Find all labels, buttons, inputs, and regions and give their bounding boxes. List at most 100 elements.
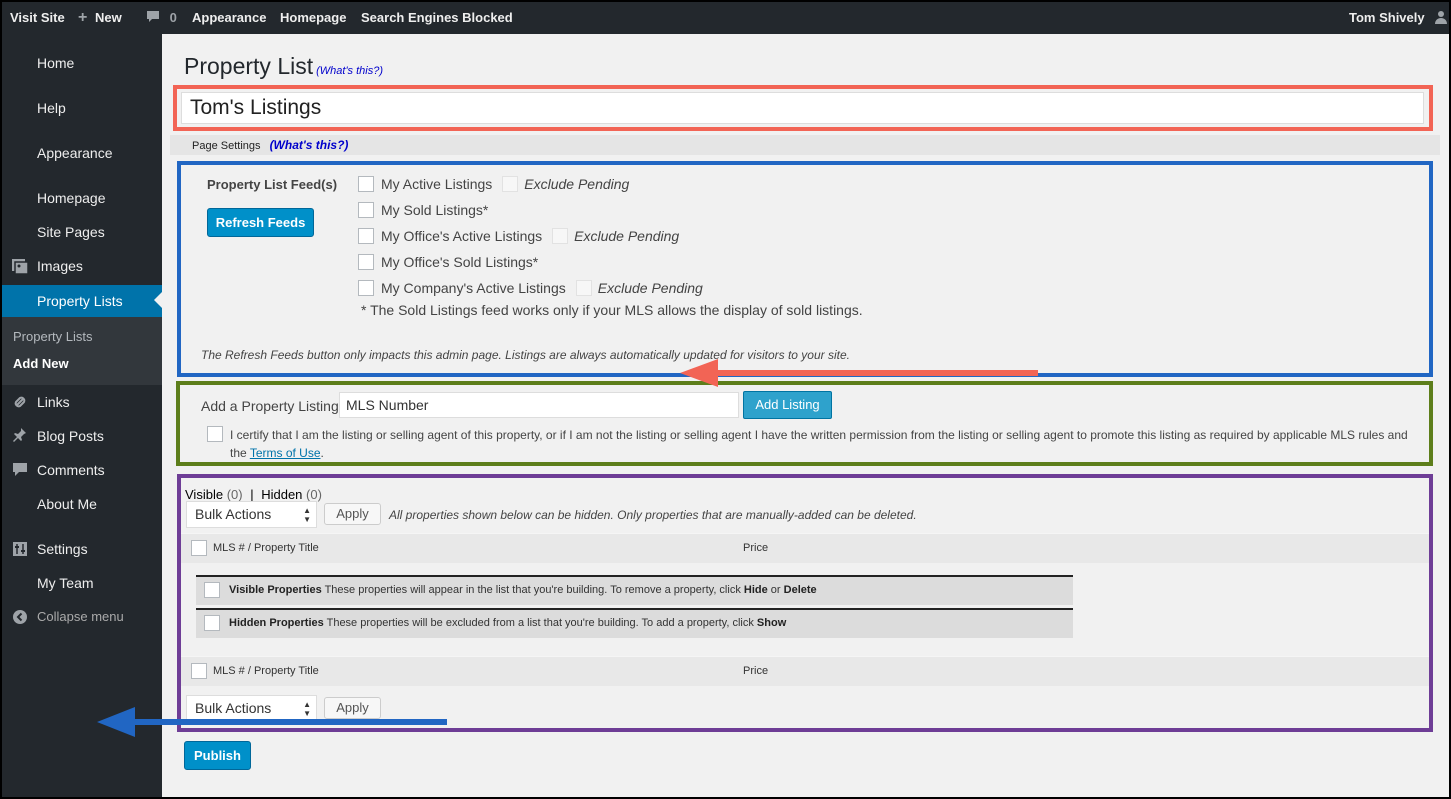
visible-properties-group-row: Visible Properties These properties will… [196, 575, 1073, 605]
menu-item-about-me[interactable]: About Me [2, 489, 162, 519]
menu-item-links[interactable]: Links [2, 387, 162, 417]
menu-item-appearance[interactable]: Appearance [2, 138, 162, 168]
page-settings-label: Page Settings [192, 140, 261, 152]
apply-button-top[interactable]: Apply [324, 503, 381, 525]
appearance-link[interactable]: Appearance [192, 2, 266, 34]
homepage-link[interactable]: Homepage [280, 2, 346, 34]
menu-label: Images [37, 258, 83, 274]
publish-button[interactable]: Publish [184, 741, 251, 770]
visibility-tabs: Visible (0) | Hidden (0) [185, 487, 322, 502]
group-title: Hidden Properties [229, 617, 324, 629]
list-title-input[interactable]: Tom's Listings [181, 92, 1424, 124]
certify-text-body: I certify that I am the listing or selli… [230, 428, 1408, 460]
group-text: These properties will be excluded from a… [323, 617, 757, 629]
group-text: These properties will appear in the list… [321, 584, 744, 596]
admin-bar: Visit Site + New 0 Appearance Homepage S… [2, 2, 1449, 34]
submenu-item-property-lists[interactable]: Property Lists [13, 329, 92, 344]
plus-icon: + [78, 9, 88, 26]
select-all-checkbox[interactable] [191, 663, 207, 679]
select-all-checkbox[interactable] [191, 540, 207, 556]
feed-option-label: My Company's Active Listings [381, 280, 566, 297]
column-header-price[interactable]: Price [743, 665, 768, 677]
or-word: or [767, 584, 784, 596]
menu-item-property-lists[interactable]: Property Lists [2, 285, 162, 317]
add-listing-button[interactable]: Add Listing [743, 391, 832, 419]
feed-option-label: My Active Listings [381, 176, 493, 193]
menu-label: Settings [37, 541, 88, 557]
collapse-icon [13, 610, 27, 624]
menu-label: Appearance [37, 145, 113, 161]
visit-site-link[interactable]: Visit Site [10, 2, 65, 34]
menu-label: Home [37, 55, 75, 71]
blue-annotation-arrow-icon [97, 707, 447, 737]
current-menu-arrow [154, 292, 162, 308]
group-checkbox[interactable] [204, 615, 220, 631]
feed-option-label: My Sold Listings* [381, 202, 489, 219]
column-header-price[interactable]: Price [743, 542, 768, 554]
menu-item-settings[interactable]: Settings [2, 534, 162, 564]
refresh-feeds-button[interactable]: Refresh Feeds [207, 208, 314, 237]
exclude-pending-checkbox[interactable] [552, 228, 569, 245]
red-annotation-arrow-icon [680, 359, 1038, 387]
visible-tab[interactable]: Visible (0) [185, 487, 243, 502]
menu-item-home[interactable]: Home [2, 48, 162, 78]
hidden-tab[interactable]: Hidden (0) [261, 487, 322, 502]
certify-checkbox[interactable] [207, 426, 223, 442]
user-name: Tom Shively [1349, 10, 1425, 25]
submenu-item-add-new[interactable]: Add New [13, 356, 69, 371]
link-icon [14, 396, 26, 408]
feed-option-label: My Office's Sold Listings* [381, 254, 539, 271]
mls-number-input[interactable]: MLS Number [339, 392, 739, 418]
table-header-top: MLS # / Property Title Price [181, 533, 1429, 563]
user-menu[interactable]: Tom Shively [1349, 2, 1448, 34]
new-menu[interactable]: + New [78, 2, 122, 34]
settings-icon [13, 542, 27, 556]
feed-checkbox[interactable] [358, 280, 374, 297]
menu-label: Blog Posts [37, 428, 104, 444]
feed-checkbox[interactable] [358, 202, 374, 219]
comment-bubble-icon [147, 11, 159, 22]
search-engines-blocked-link[interactable]: Search Engines Blocked [361, 2, 513, 34]
hide-word: Hide [743, 584, 768, 596]
collapse-menu-button[interactable]: Collapse menu [2, 602, 162, 632]
feed-option-office-sold: My Office's Sold Listings* [358, 253, 538, 273]
page-settings-whats-this-link[interactable]: (What's this?) [270, 138, 349, 152]
menu-item-comments[interactable]: Comments [2, 455, 162, 485]
feeds-label: Property List Feed(s) [207, 177, 338, 192]
tab-separator: | [250, 487, 254, 502]
comments-menu[interactable]: 0 [146, 2, 177, 34]
feed-option-label: My Office's Active Listings [381, 228, 543, 245]
admin-sidebar: Home Help Appearance Homepage Site Pages… [2, 34, 162, 797]
exclude-pending-checkbox[interactable] [502, 176, 519, 193]
feed-checkbox[interactable] [358, 254, 374, 271]
feed-option-my-active: My Active Listings Exclude Pending [358, 175, 629, 195]
page-title-text: Property List [184, 53, 314, 79]
column-header-title[interactable]: MLS # / Property Title [213, 542, 319, 554]
visible-count: (0) [226, 487, 243, 502]
feed-checkbox[interactable] [358, 176, 374, 193]
bulk-actions-select-top[interactable]: Bulk Actions ▲ ▼ [186, 501, 317, 528]
column-header-title[interactable]: MLS # / Property Title [213, 665, 319, 677]
exclude-pending-checkbox[interactable] [575, 280, 592, 297]
new-label: New [94, 10, 122, 25]
whats-this-link[interactable]: (What's this?) [316, 65, 383, 77]
exclude-pending-label: Exclude Pending [597, 280, 703, 297]
comments-count: 0 [169, 10, 177, 25]
hidden-count: (0) [306, 487, 322, 502]
group-title: Visible Properties [229, 584, 322, 596]
menu-item-help[interactable]: Help [2, 93, 162, 123]
menu-item-blog-posts[interactable]: Blog Posts [2, 421, 162, 451]
select-arrows-icon: ▲ ▼ [303, 506, 311, 524]
menu-label: Property Lists [37, 293, 123, 309]
terms-of-use-link[interactable]: Terms of Use [250, 446, 321, 460]
show-word: Show [756, 617, 787, 629]
feed-checkbox[interactable] [358, 228, 374, 245]
feed-option-office-active: My Office's Active Listings Exclude Pendi… [358, 227, 679, 247]
menu-item-site-pages[interactable]: Site Pages [2, 217, 162, 247]
menu-item-my-team[interactable]: My Team [2, 568, 162, 598]
screen-frame: Visit Site + New 0 Appearance Homepage S… [0, 0, 1451, 799]
sold-listings-note: * The Sold Listings feed works only if y… [361, 302, 863, 318]
group-checkbox[interactable] [204, 582, 220, 598]
menu-item-images[interactable]: Images [2, 251, 162, 281]
menu-item-homepage[interactable]: Homepage [2, 183, 162, 213]
